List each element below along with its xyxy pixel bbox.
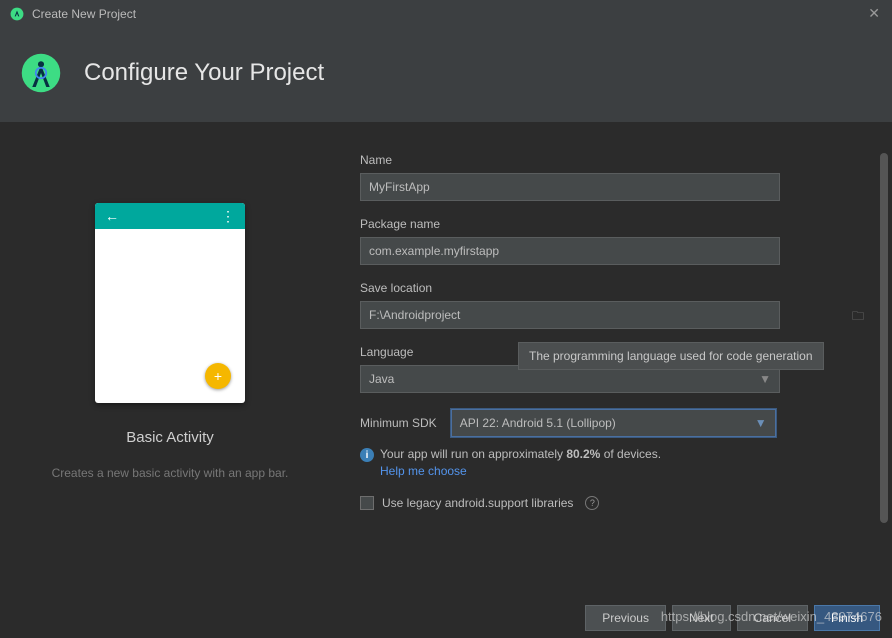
form-column: Name Package name Save location 🗀 Langua… — [360, 153, 872, 578]
minimum-sdk-select[interactable]: API 22: Android 5.1 (Lollipop) ▼ — [451, 409, 776, 437]
next-button[interactable]: Next — [672, 605, 731, 631]
chevron-down-icon: ▼ — [755, 416, 767, 430]
language-value: Java — [369, 372, 394, 386]
minimum-sdk-value: API 22: Android 5.1 (Lollipop) — [460, 416, 616, 430]
titlebar: Create New Project ✕ — [0, 0, 892, 28]
help-me-choose-link[interactable]: Help me choose — [380, 464, 872, 478]
device-coverage-pct: 80.2% — [566, 447, 600, 461]
save-location-label: Save location — [360, 281, 872, 295]
legacy-support-checkbox[interactable] — [360, 496, 374, 510]
legacy-support-label: Use legacy android.support libraries — [382, 496, 573, 510]
android-studio-icon — [10, 7, 24, 21]
android-studio-logo-icon — [20, 52, 62, 94]
header: Configure Your Project — [0, 28, 892, 123]
body: ← ⋮ + Basic Activity Creates a new basic… — [0, 123, 892, 578]
preview-column: ← ⋮ + Basic Activity Creates a new basic… — [20, 153, 320, 578]
scrollbar[interactable] — [880, 153, 888, 523]
close-icon[interactable]: ✕ — [868, 5, 880, 22]
save-location-input[interactable] — [360, 301, 780, 329]
browse-folder-icon[interactable]: 🗀 — [852, 307, 864, 328]
footer: Previous Next Cancel Finish — [0, 598, 892, 638]
activity-template-name: Basic Activity — [126, 429, 214, 446]
window-title: Create New Project — [32, 7, 136, 21]
help-icon[interactable]: ? — [585, 496, 599, 510]
overflow-menu-icon: ⋮ — [221, 208, 235, 225]
chevron-down-icon: ▼ — [759, 372, 771, 386]
preview-fab-icon: + — [205, 363, 231, 389]
cancel-button[interactable]: Cancel — [737, 605, 808, 631]
device-coverage-info: i Your app will run on approximately 80.… — [360, 447, 872, 462]
package-name-label: Package name — [360, 217, 872, 231]
page-title: Configure Your Project — [84, 59, 324, 87]
name-input[interactable] — [360, 173, 780, 201]
language-tooltip: The programming language used for code g… — [518, 342, 824, 370]
activity-template-description: Creates a new basic activity with an app… — [52, 466, 289, 480]
name-label: Name — [360, 153, 872, 167]
info-icon: i — [360, 448, 374, 462]
minimum-sdk-label: Minimum SDK — [360, 416, 437, 430]
preview-appbar: ← ⋮ — [95, 203, 245, 229]
back-arrow-icon: ← — [105, 208, 119, 224]
previous-button[interactable]: Previous — [585, 605, 666, 631]
activity-preview-card: ← ⋮ + — [95, 203, 245, 403]
package-name-input[interactable] — [360, 237, 780, 265]
finish-button[interactable]: Finish — [814, 605, 880, 631]
